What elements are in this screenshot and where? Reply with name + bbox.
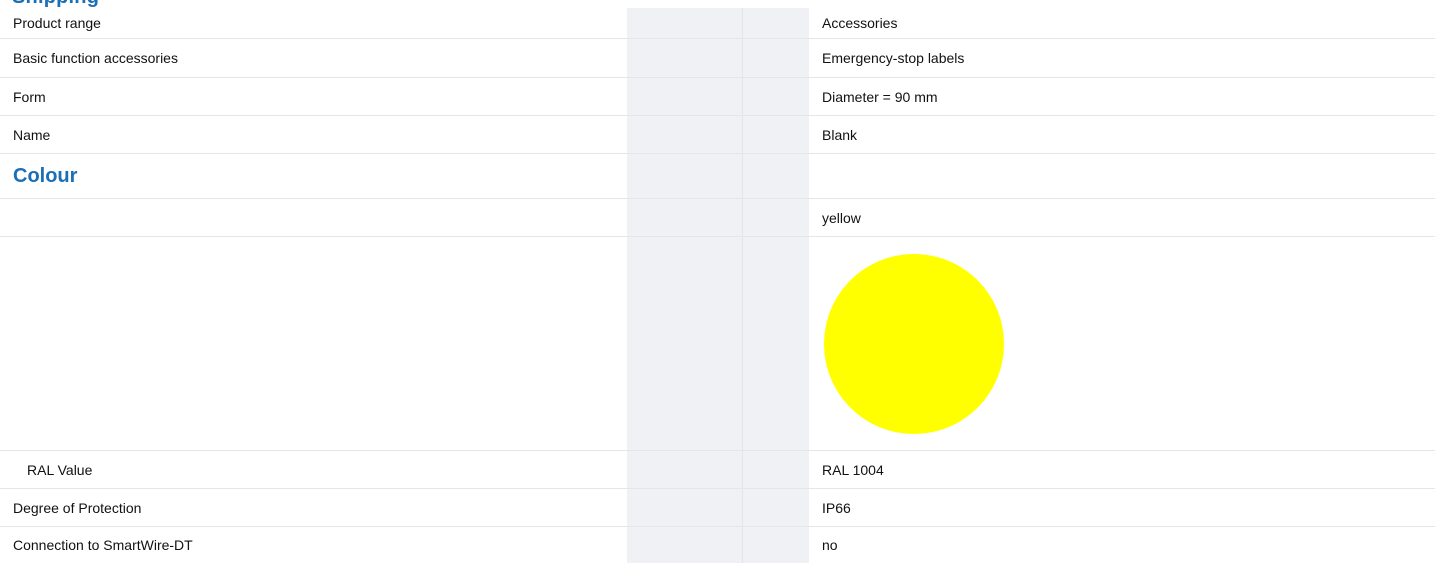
table-row: Name Blank	[0, 116, 1435, 154]
table-row: Basic function accessories Emergency-sto…	[0, 39, 1435, 78]
colour-swatch-row	[0, 237, 1435, 451]
table-row: Connection to SmartWire-DT no	[0, 527, 1435, 563]
colour-section-title: Colour	[13, 164, 78, 187]
row-label: Name	[13, 126, 51, 143]
row-label: Form	[13, 88, 46, 105]
colour-section-row: Colour	[0, 154, 1435, 199]
ral-label: RAL Value	[27, 461, 93, 478]
ral-row: RAL Value RAL 1004	[0, 451, 1435, 489]
table-row: Product range Accessories	[0, 8, 1435, 39]
row-value: IP66	[822, 499, 851, 516]
row-value: Diameter = 90 mm	[822, 88, 938, 105]
row-value: Accessories	[822, 15, 898, 31]
row-value: Emergency-stop labels	[822, 50, 965, 66]
ral-value: RAL 1004	[822, 461, 884, 478]
row-label: Degree of Protection	[13, 499, 142, 516]
specification-table: Product range Accessories Basic function…	[0, 8, 1435, 563]
row-value: Blank	[822, 126, 858, 143]
colour-name-value: yellow	[822, 209, 861, 226]
colour-name-row: yellow	[0, 199, 1435, 237]
row-label: Basic function accessories	[13, 50, 178, 66]
row-label: Connection to SmartWire-DT	[13, 537, 193, 553]
row-label: Product range	[13, 15, 101, 31]
section-header-title: Shipping	[12, 0, 99, 8]
table-row: Degree of Protection IP66	[0, 489, 1435, 527]
yellow-colour-swatch	[824, 253, 1004, 434]
row-value: no	[822, 537, 838, 553]
table-row: Form Diameter = 90 mm	[0, 78, 1435, 116]
section-header-strip: Shipping	[0, 0, 1435, 8]
